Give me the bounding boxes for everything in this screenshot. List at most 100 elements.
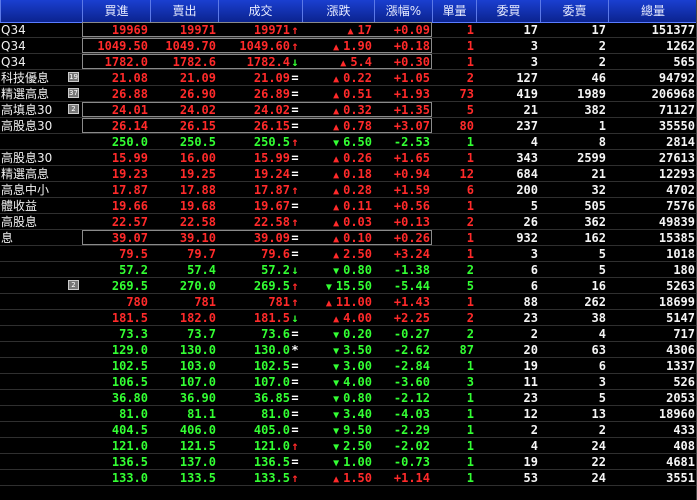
bid-price: 1049.50 <box>97 39 148 53</box>
quote-row[interactable]: 科技優息 21.08 21.09 21.09= ▲ 0.22 +1.05 2 127 46 9479… <box>0 70 697 86</box>
ask-size: 382 <box>584 103 606 117</box>
last-header[interactable]: 成交 <box>218 0 302 22</box>
quote-row[interactable]: 高股息 22.57 22.58 22.58↑ ▲ 0.03 +0.13 2 26 362 49839 <box>0 214 697 230</box>
bid-size: 6 <box>530 279 538 293</box>
bid-size-header[interactable]: 委買 <box>476 0 540 22</box>
quote-row[interactable]: Q34 19969 19971 19971↑ ▲ 17 +0.09 1 17 17 151377 <box>0 22 697 38</box>
quote-row[interactable]: 81.0 81.1 81.0= ▼ 3.40 -4.03 1 12 13 18960 <box>0 406 697 422</box>
tick-direction-icon: = <box>291 375 299 389</box>
total-volume: 408 <box>673 439 695 453</box>
change-percent: -3.60 <box>393 375 430 389</box>
ask-header[interactable]: 賣出 <box>150 0 218 22</box>
ask-size: 24 <box>591 471 606 485</box>
bid-size: 3 <box>530 55 538 69</box>
ask-price: 1782.6 <box>172 55 216 69</box>
quote-row[interactable]: 精選高息 26.88 26.90 26.89= ▲ 0.51 +1.93 73 419 1989 2… <box>0 86 697 102</box>
last-price-value: 781 <box>268 295 290 309</box>
price-change: ▲ 0.28 <box>302 182 374 198</box>
price-change: ▼ 0.20 <box>302 326 374 342</box>
tick-direction-icon: = <box>291 151 299 165</box>
total-volume-header[interactable]: 總量 <box>608 0 697 22</box>
tick-direction-icon: ↑ <box>291 279 299 293</box>
up-triangle-icon: ▲ <box>333 250 340 261</box>
last-price: 1049.60↑ <box>218 38 302 54</box>
up-triangle-icon: ▲ <box>333 42 340 53</box>
price-change: ▲ 1.90 <box>302 38 374 54</box>
quote-row[interactable]: 269.5 270.0 269.5↑ ▼ 15.50 -5.44 5 6 16 5263 2 <box>0 278 697 294</box>
info-badge-icon[interactable]: 2 <box>68 104 79 114</box>
quote-row[interactable]: 780 781 781↑ ▲ 11.00 +1.43 1 88 262 18699 <box>0 294 697 310</box>
tick-direction-icon: = <box>291 103 299 117</box>
quote-row[interactable]: Q34 1782.0 1782.6 1782.4↓ ▲ 5.4 +0.30 1 3 2 565 <box>0 54 697 70</box>
quote-row[interactable]: Q34 1049.50 1049.70 1049.60↑ ▲ 1.90 +0.18 1 3 2 12… <box>0 38 697 54</box>
bid-size: 19 <box>523 455 538 469</box>
info-badge-icon[interactable]: 37 <box>68 88 79 98</box>
quote-row[interactable]: 121.0 121.5 121.0↑ ▼ 2.50 -2.02 1 4 24 408 <box>0 438 697 454</box>
change-percent: -2.12 <box>393 391 430 405</box>
price-change-value: 1.00 <box>343 455 372 469</box>
quote-row[interactable]: 體收益 19.66 19.68 19.67= ▲ 0.11 +0.56 1 5 505 7576 <box>0 198 697 214</box>
last-price: 250.5↑ <box>218 134 302 150</box>
quote-row[interactable]: 36.80 36.90 36.85= ▼ 0.80 -2.12 1 23 5 2053 <box>0 390 697 406</box>
quote-row[interactable]: 106.5 107.0 107.0= ▼ 4.00 -3.60 3 11 3 526 <box>0 374 697 390</box>
change-header[interactable]: 漲跌 <box>302 0 374 22</box>
total-volume: 2814 <box>666 135 695 149</box>
change-percent: -2.84 <box>393 359 430 373</box>
last-price-value: 130.0 <box>253 343 290 357</box>
quote-row[interactable]: 精選高息 19.23 19.25 19.24= ▲ 0.18 +0.94 12 684 21 122… <box>0 166 697 182</box>
price-change-value: 15.50 <box>335 279 372 293</box>
ask-size-header[interactable]: 委賣 <box>540 0 608 22</box>
ask-price: 24.02 <box>179 103 216 117</box>
quote-row[interactable]: 181.5 182.0 181.5↓ ▲ 4.00 +2.25 2 23 38 5147 <box>0 310 697 326</box>
last-price-value: 269.5 <box>253 279 290 293</box>
quote-row[interactable]: 250.0 250.5 250.5↑ ▼ 6.50 -2.53 1 4 8 2814 <box>0 134 697 150</box>
bid-size: 684 <box>516 167 538 181</box>
total-volume: 4681 <box>666 455 695 469</box>
total-volume: 18699 <box>658 295 695 309</box>
price-change: ▲ 0.03 <box>302 214 374 230</box>
ask-price: 250.5 <box>179 135 216 149</box>
bid-header[interactable]: 買進 <box>82 0 150 22</box>
quote-row[interactable]: 高股息30 15.99 16.00 15.99= ▲ 0.26 +1.65 1 343 2599 2… <box>0 150 697 166</box>
bid-size: 5 <box>530 199 538 213</box>
name-header[interactable] <box>0 0 82 22</box>
price-change: ▲ 2.50 <box>302 246 374 262</box>
info-badge-icon[interactable]: 19 <box>68 72 79 82</box>
change-percent: +0.30 <box>393 55 430 69</box>
total-volume: 206968 <box>651 87 695 101</box>
last-price-value: 39.09 <box>253 231 290 245</box>
ask-price: 270.0 <box>179 279 216 293</box>
price-change: ▼ 3.40 <box>302 406 374 422</box>
change-percent: -1.38 <box>393 263 430 277</box>
quote-row[interactable]: 息 39.07 39.10 39.09= ▲ 0.10 +0.26 1 932 162 15385 <box>0 230 697 246</box>
price-change-value: 0.11 <box>343 199 372 213</box>
change-pct-header[interactable]: 漲幅% <box>374 0 432 22</box>
bid-size: 88 <box>523 295 538 309</box>
tick-direction-icon: ↑ <box>291 183 299 197</box>
bid-price: 21.08 <box>111 71 148 85</box>
quote-row[interactable]: 79.5 79.7 79.6= ▲ 2.50 +3.24 1 3 5 1018 <box>0 246 697 262</box>
last-price-value: 21.09 <box>253 71 290 85</box>
last-price-value: 79.6 <box>261 247 290 261</box>
bid-price: 26.88 <box>111 87 148 101</box>
quote-row[interactable]: 129.0 130.0 130.0* ▼ 3.50 -2.62 87 20 63 4306 <box>0 342 697 358</box>
info-badge-icon[interactable]: 2 <box>68 280 79 290</box>
quote-row[interactable]: 102.5 103.0 102.5= ▼ 3.00 -2.84 1 19 6 1337 <box>0 358 697 374</box>
last-price-value: 57.2 <box>261 263 290 277</box>
symbol-name: Q34 <box>1 55 26 69</box>
quote-row[interactable]: 57.2 57.4 57.2↓ ▼ 0.80 -1.38 2 6 5 180 <box>0 262 697 278</box>
tick-volume: 1 <box>466 135 474 149</box>
quote-row[interactable]: 高股息30 26.14 26.15 26.15= ▲ 0.78 +3.07 80 237 1 355… <box>0 118 697 134</box>
symbol-name <box>0 422 82 438</box>
tick-direction-icon: = <box>291 407 299 421</box>
quote-row[interactable]: 404.5 406.0 405.0= ▼ 9.50 -2.29 1 2 2 433 <box>0 422 697 438</box>
ask-price: 19971 <box>179 23 216 37</box>
quote-row[interactable]: 136.5 137.0 136.5= ▼ 1.00 -0.73 1 19 22 4681 <box>0 454 697 470</box>
quote-row[interactable]: 133.0 133.5 133.5↑ ▲ 1.50 +1.14 1 53 24 3551 <box>0 470 697 486</box>
price-change-value: 3.40 <box>343 407 372 421</box>
tick-volume-header[interactable]: 單量 <box>432 0 476 22</box>
quote-row[interactable]: 高息中小 17.87 17.88 17.87↑ ▲ 0.28 +1.59 6 200 32 4702 <box>0 182 697 198</box>
price-change: ▲ 0.32 <box>302 102 374 118</box>
quote-row[interactable]: 高填息30 24.01 24.02 24.02= ▲ 0.32 +1.35 5 21 382 711… <box>0 102 697 118</box>
quote-row[interactable]: 73.3 73.7 73.6= ▼ 0.20 -0.27 2 2 4 717 <box>0 326 697 342</box>
